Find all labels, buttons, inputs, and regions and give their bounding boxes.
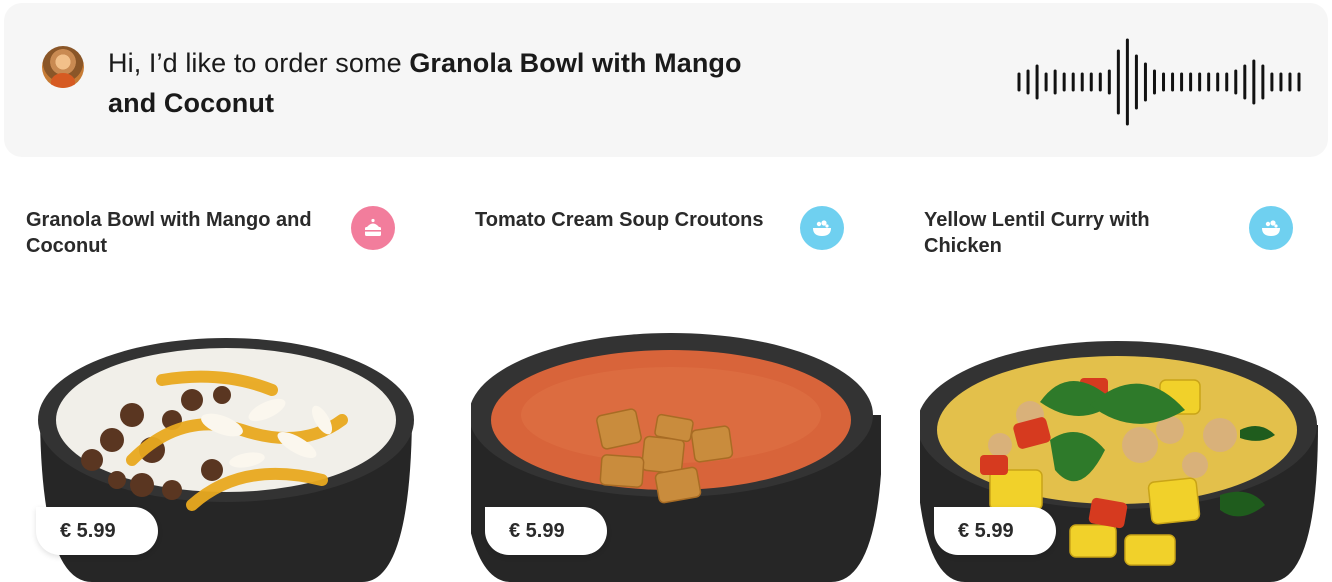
voice-message-prefix: Hi, I’d like to order some	[108, 48, 410, 78]
category-badge[interactable]	[800, 206, 844, 250]
product-title: Tomato Cream Soup Croutons	[475, 209, 764, 231]
bowl-icon	[813, 220, 831, 236]
product-card-granola-bowl[interactable]: Granola Bowl with Mango and Coconut € 5.…	[22, 190, 432, 582]
category-badge[interactable]	[351, 206, 395, 250]
product-title: Granola Bowl with Mango and Coconut	[26, 209, 312, 257]
price-tag: € 5.99	[36, 507, 158, 555]
voice-message: Hi, I’d like to order some Granola Bowl …	[108, 43, 748, 123]
product-title: Yellow Lentil Curry with Chicken	[924, 209, 1150, 257]
bowl-icon	[1262, 220, 1280, 236]
product-card-tomato-soup[interactable]: Tomato Cream Soup Croutons € 5.99	[471, 190, 881, 582]
price-tag: € 5.99	[934, 507, 1056, 555]
category-badge[interactable]	[1249, 206, 1293, 250]
audio-waveform-icon	[1017, 38, 1301, 126]
product-card-lentil-curry[interactable]: Yellow Lentil Curry with Chicken € 5.99	[920, 190, 1330, 582]
avatar	[42, 46, 84, 88]
price-tag: € 5.99	[485, 507, 607, 555]
cake-icon	[365, 218, 381, 236]
voice-order-banner: Hi, I’d like to order some Granola Bowl …	[4, 3, 1328, 157]
